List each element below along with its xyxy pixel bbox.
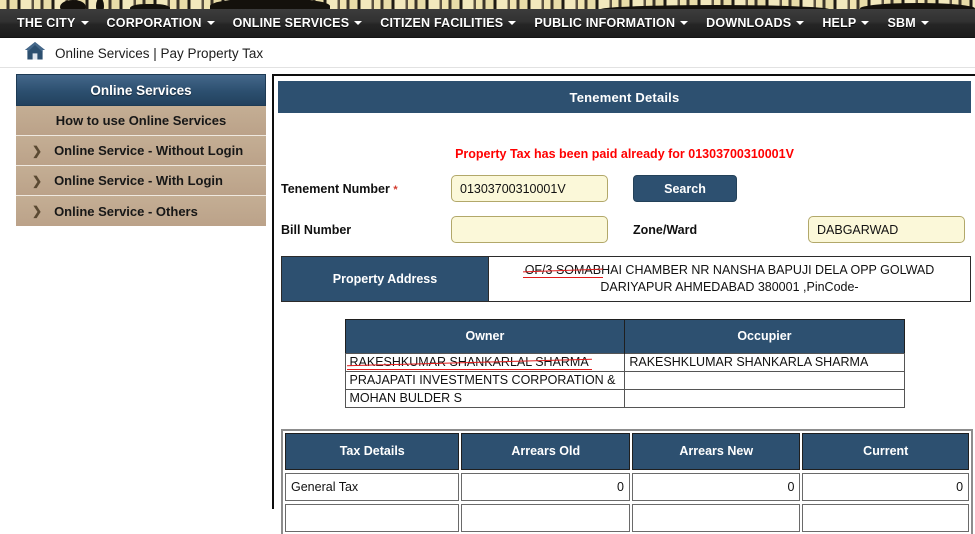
chevron-right-icon: ❯ (32, 173, 43, 188)
tenement-number-row: Tenement Number * Search (278, 175, 971, 202)
owner-occupier-table: Owner Occupier RAKESHKUMAR SHANKARLAL SH… (344, 318, 905, 408)
occupier-cell: RAKESHKLUMAR SHANKARLA SHARMA (624, 352, 905, 372)
table-row-partial (285, 503, 970, 532)
owner-cell: MOHAN BULDER S (344, 388, 626, 408)
bill-number-input[interactable] (451, 216, 608, 243)
search-button[interactable]: Search (633, 175, 737, 202)
arrears-old-cell: 0 (461, 472, 630, 501)
breadcrumb: Online Services | Pay Property Tax (0, 39, 975, 68)
tenement-number-input[interactable] (451, 175, 608, 202)
sidebar-item-how-to-use[interactable]: How to use Online Services (16, 106, 266, 136)
panel-title-label: Tenement Details (569, 89, 680, 105)
tenement-details-panel: Tenement Details Property Tax has been p… (272, 74, 975, 534)
occupier-cell (624, 370, 905, 390)
chevron-right-icon: ❯ (32, 143, 43, 158)
current-column-header: Current (802, 432, 970, 470)
main-navigation[interactable]: THE CITY CORPORATION ONLINE SERVICES CIT… (0, 9, 975, 38)
breadcrumb-text: Online Services | Pay Property Tax (55, 45, 264, 61)
spellcheck-flagged-text: OF/3 SOMAB (524, 263, 602, 277)
sidebar-item-label: Online Service - Without Login (54, 143, 244, 158)
zone-ward-input[interactable] (808, 216, 965, 243)
nav-item-help[interactable]: HELP (813, 9, 878, 38)
arrears-new-column-header: Arrears New (631, 432, 801, 470)
bill-number-label: Bill Number (281, 222, 352, 237)
tax-table-header-row: Tax Details Arrears Old Arrears New Curr… (285, 432, 970, 470)
sidebar-header-label: Online Services (90, 82, 192, 98)
nav-item-label: CITIZEN FACILITIES (380, 16, 504, 30)
nav-item-label: THE CITY (17, 16, 76, 30)
owner-column-header: Owner (345, 319, 626, 354)
current-cell: 0 (802, 472, 970, 501)
chevron-down-icon (680, 21, 689, 25)
occupier-cell (624, 388, 905, 408)
required-asterisk: * (393, 183, 398, 196)
table-row: PRAJAPATI INVESTMENTS CORPORATION & (344, 370, 905, 390)
sidebar-item-with-login[interactable]: ❯ Online Service - With Login (16, 166, 266, 196)
arrears-old-cell (461, 503, 630, 532)
arrears-new-cell: 0 (631, 472, 801, 501)
tax-details-column-header: Tax Details (285, 432, 460, 470)
chevron-down-icon (80, 21, 89, 25)
sidebar-item-without-login[interactable]: ❯ Online Service - Without Login (16, 136, 266, 166)
tax-name-cell (285, 503, 460, 532)
chevron-down-icon (508, 21, 517, 25)
bill-number-row: Bill Number Zone/Ward (278, 216, 971, 243)
property-address-value: OF/3 SOMABHAI CHAMBER NR NANSHA BAPUJI D… (489, 257, 970, 301)
table-header-row: Owner Occupier (345, 319, 904, 354)
chevron-down-icon (796, 21, 805, 25)
property-address-block: Property Address OF/3 SOMABHAI CHAMBER N… (281, 256, 971, 302)
nav-item-downloads[interactable]: DOWNLOADS (697, 9, 813, 38)
home-icon[interactable] (24, 41, 46, 66)
chevron-down-icon (354, 21, 363, 25)
table-row: RAKESHKUMAR SHANKARLAL SHARMA RAKESHKLUM… (344, 352, 905, 372)
nav-item-corporation[interactable]: CORPORATION (98, 9, 224, 38)
nav-item-online-services[interactable]: ONLINE SERVICES (224, 9, 372, 38)
spellcheck-flagged-text: RAKESHKUMAR SHANKARLAL SHARMA (346, 355, 592, 371)
owner-cell: RAKESHKUMAR SHANKARLAL SHARMA (344, 352, 626, 372)
sidebar-item-label: Online Service - Others (54, 203, 198, 219)
chevron-right-icon: ❯ (32, 204, 43, 218)
nav-item-label: HELP (822, 16, 857, 30)
sidebar-item-label: How to use Online Services (55, 113, 227, 128)
nav-item-the-city[interactable]: THE CITY (8, 9, 98, 38)
occupier-column-header: Occupier (624, 319, 904, 354)
nav-item-label: ONLINE SERVICES (232, 16, 350, 30)
sidebar: Online Services How to use Online Servic… (16, 74, 266, 226)
tax-details-table: Tax Details Arrears Old Arrears New Curr… (281, 428, 973, 534)
nav-item-sbm[interactable]: SBM (878, 9, 937, 38)
property-address-label: Property Address (282, 257, 489, 301)
nav-item-label: CORPORATION (106, 16, 202, 30)
status-message: Property Tax has been paid already for 0… (455, 147, 794, 161)
current-cell (802, 503, 970, 532)
arrears-new-cell (631, 503, 801, 532)
sidebar-item-label: Online Service - With Login (54, 173, 223, 188)
owner-cell: PRAJAPATI INVESTMENTS CORPORATION & (344, 370, 626, 390)
arrears-old-column-header: Arrears Old (461, 432, 630, 470)
nav-item-label: PUBLIC INFORMATION (534, 16, 676, 30)
tenement-number-label-text: Tenement Number (281, 181, 390, 196)
tax-name-cell: General Tax (285, 472, 460, 501)
property-address-rest: HAI CHAMBER NR NANSHA BAPUJI DELA OPP GO… (600, 263, 935, 294)
chevron-down-icon (920, 21, 929, 25)
zone-ward-label: Zone/Ward (633, 222, 698, 237)
sidebar-item-others[interactable]: ❯ Online Service - Others (16, 196, 266, 226)
table-row: General Tax 0 0 0 (285, 472, 970, 501)
nav-item-label: SBM (887, 16, 916, 30)
nav-item-citizen-facilities[interactable]: CITIZEN FACILITIES (371, 9, 525, 38)
chevron-down-icon (861, 21, 870, 25)
table-row: MOHAN BULDER S (344, 388, 905, 408)
tenement-number-label: Tenement Number * (281, 182, 451, 196)
page-title: Tenement Details (278, 81, 971, 113)
nav-item-label: DOWNLOADS (706, 16, 792, 30)
nav-item-public-information[interactable]: PUBLIC INFORMATION (525, 9, 697, 38)
chevron-down-icon (206, 21, 215, 25)
sidebar-header: Online Services (16, 74, 266, 106)
